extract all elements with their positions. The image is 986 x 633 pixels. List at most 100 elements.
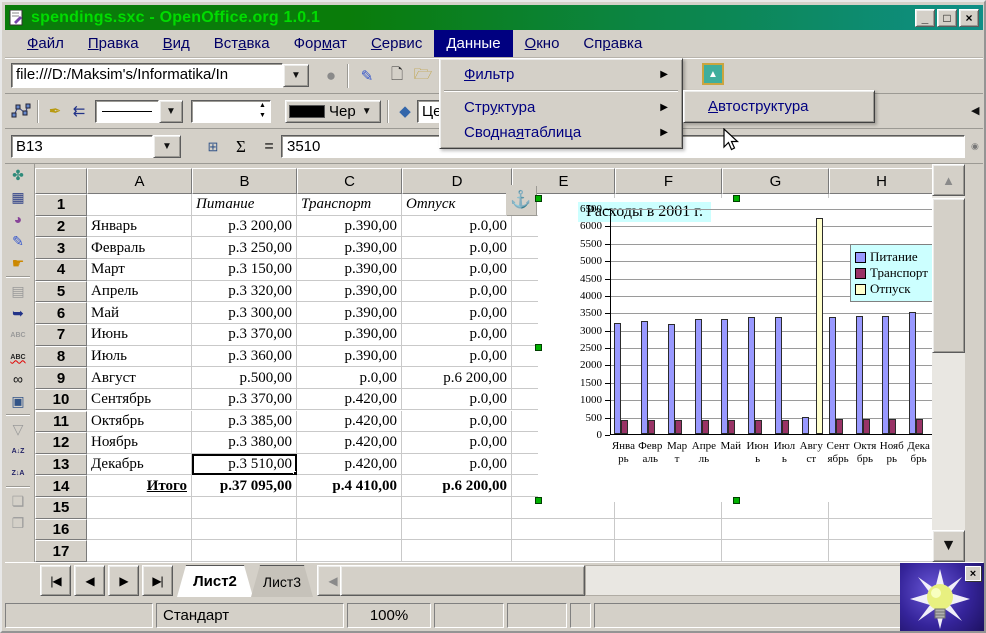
- edit-file-icon[interactable]: ✎: [355, 64, 379, 88]
- cell-A14[interactable]: Итого: [87, 475, 192, 497]
- menu-item-pivot[interactable]: Сводная таблица▶: [442, 120, 680, 145]
- row-header-7[interactable]: 7: [35, 324, 87, 346]
- cell-A8[interactable]: Июль: [87, 346, 192, 368]
- cell-D9[interactable]: р.6 200,00: [402, 367, 512, 389]
- cell-C15[interactable]: [297, 497, 402, 519]
- function-wizard-icon[interactable]: ⊞: [201, 135, 225, 159]
- sort-ascending-icon[interactable]: A↓Z: [5, 440, 31, 462]
- formula-equals-icon[interactable]: =: [257, 135, 281, 159]
- line-color-select[interactable]: Чер ▼: [285, 100, 381, 123]
- cell-fill-handle[interactable]: [293, 471, 297, 475]
- chart-handle-left-middle[interactable]: [535, 344, 542, 351]
- input-line-shrink-icon[interactable]: ◉: [971, 141, 979, 152]
- sum-icon[interactable]: Σ: [229, 135, 253, 159]
- cell-D14[interactable]: р.6 200,00: [402, 475, 512, 497]
- sheet-tab-Лист2[interactable]: Лист2: [177, 565, 253, 597]
- insert-chart-icon[interactable]: ◕: [5, 208, 31, 230]
- cell-C2[interactable]: р.390,00: [297, 216, 402, 238]
- database-range-icon[interactable]: ▣: [5, 390, 31, 412]
- row-header-3[interactable]: 3: [35, 237, 87, 259]
- cell-G16[interactable]: [722, 519, 829, 541]
- cell-C6[interactable]: р.390,00: [297, 302, 402, 324]
- cell-D3[interactable]: р.0,00: [402, 237, 512, 259]
- cell-B10[interactable]: р.3 370,00: [192, 389, 297, 411]
- url-dropdown-button[interactable]: ▼: [283, 64, 309, 87]
- menu-edit[interactable]: Правка: [76, 30, 151, 57]
- chart-handle-bottom-middle[interactable]: [733, 497, 740, 504]
- cell-D13[interactable]: р.0,00: [402, 454, 512, 476]
- row-header-9[interactable]: 9: [35, 367, 87, 389]
- cell-D8[interactable]: р.0,00: [402, 346, 512, 368]
- row-header-11[interactable]: 11: [35, 411, 87, 433]
- cell-E16[interactable]: [512, 519, 615, 541]
- arrow-style-icon[interactable]: ⇇: [67, 99, 91, 123]
- cell-C10[interactable]: р.420,00: [297, 389, 402, 411]
- cell-A3[interactable]: Февраль: [87, 237, 192, 259]
- cell-A4[interactable]: Март: [87, 259, 192, 281]
- cell-B3[interactable]: р.3 250,00: [192, 237, 297, 259]
- col-header-H[interactable]: H: [829, 168, 934, 194]
- new-document-icon[interactable]: 🗋: [385, 64, 409, 88]
- menu-help[interactable]: Справка: [571, 30, 654, 57]
- cell-B5[interactable]: р.3 320,00: [192, 281, 297, 303]
- cell-D5[interactable]: р.0,00: [402, 281, 512, 303]
- row-header-8[interactable]: 8: [35, 346, 87, 368]
- cell-A16[interactable]: [87, 519, 192, 541]
- cell-C8[interactable]: р.390,00: [297, 346, 402, 368]
- insert-list-icon[interactable]: ▤: [5, 280, 31, 302]
- cell-A15[interactable]: [87, 497, 192, 519]
- cell-A12[interactable]: Ноябрь: [87, 432, 192, 454]
- cell-H16[interactable]: [829, 519, 934, 541]
- help-agent-close-button[interactable]: ×: [965, 566, 981, 581]
- name-box-dropdown-button[interactable]: ▼: [153, 135, 181, 158]
- row-header-2[interactable]: 2: [35, 216, 87, 238]
- row-header-1[interactable]: 1: [35, 194, 87, 216]
- horizontal-scroll-track[interactable]: [585, 565, 935, 596]
- row-header-12[interactable]: 12: [35, 432, 87, 454]
- cell-G17[interactable]: [722, 540, 829, 562]
- cell-C16[interactable]: [297, 519, 402, 541]
- autofilter-icon[interactable]: ▽: [5, 418, 31, 440]
- cell-A6[interactable]: Май: [87, 302, 192, 324]
- cell-A5[interactable]: Апрель: [87, 281, 192, 303]
- draw-functions-icon[interactable]: ✎: [5, 230, 31, 252]
- cell-B15[interactable]: [192, 497, 297, 519]
- menu-view[interactable]: Вид: [151, 30, 202, 57]
- cell-F16[interactable]: [615, 519, 722, 541]
- cell-reference-box[interactable]: B13: [11, 135, 153, 158]
- cell-C1[interactable]: Транспорт: [297, 194, 402, 216]
- line-style-select[interactable]: [95, 100, 159, 123]
- col-header-F[interactable]: F: [615, 168, 722, 194]
- status-zoom-panel[interactable]: 100%: [347, 603, 431, 628]
- cell-A2[interactable]: Январь: [87, 216, 192, 238]
- last-sheet-button[interactable]: ▶|: [142, 565, 173, 596]
- col-header-A[interactable]: A: [87, 168, 192, 194]
- line-width-spinner[interactable]: ▲ ▼: [255, 101, 270, 122]
- cell-D7[interactable]: р.0,00: [402, 324, 512, 346]
- cell-C4[interactable]: р.390,00: [297, 259, 402, 281]
- line-style-dropdown-button[interactable]: ▼: [159, 100, 183, 123]
- cell-A9[interactable]: Август: [87, 367, 192, 389]
- form-functions-icon[interactable]: ☛: [5, 252, 31, 274]
- cell-D2[interactable]: р.0,00: [402, 216, 512, 238]
- menu-item-autooutline[interactable]: Автоструктура: [686, 94, 872, 119]
- vertical-scrollbar[interactable]: ▲ ▼: [932, 164, 965, 562]
- cell-B12[interactable]: р.3 380,00: [192, 432, 297, 454]
- cell-F17[interactable]: [615, 540, 722, 562]
- gallery-icon[interactable]: ▲: [702, 63, 724, 85]
- open-folder-icon[interactable]: 🗁: [411, 64, 435, 88]
- cell-B7[interactable]: р.3 370,00: [192, 324, 297, 346]
- cell-D10[interactable]: р.0,00: [402, 389, 512, 411]
- group-icon[interactable]: ❏: [5, 490, 31, 512]
- cell-B6[interactable]: р.3 300,00: [192, 302, 297, 324]
- maximize-button[interactable]: □: [937, 9, 957, 27]
- cell-E17[interactable]: [512, 540, 615, 562]
- chart-handle-bottom-left[interactable]: [535, 497, 542, 504]
- scroll-down-button[interactable]: ▼: [932, 530, 965, 562]
- cell-A7[interactable]: Июнь: [87, 324, 192, 346]
- row-header-5[interactable]: 5: [35, 281, 87, 303]
- col-header-G[interactable]: G: [722, 168, 829, 194]
- cell-B14[interactable]: р.37 095,00: [192, 475, 297, 497]
- cell-B4[interactable]: р.3 150,00: [192, 259, 297, 281]
- cell-D12[interactable]: р.0,00: [402, 432, 512, 454]
